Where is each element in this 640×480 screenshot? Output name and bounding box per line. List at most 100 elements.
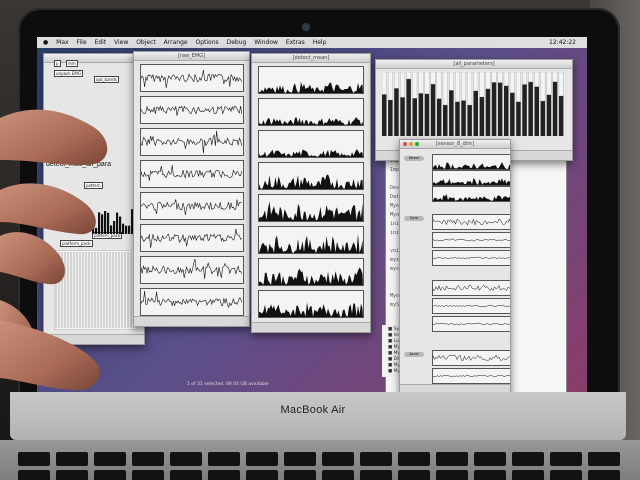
sensor-channel-plot	[432, 154, 510, 170]
laptop-chin	[10, 392, 626, 440]
mean-channel-plot	[258, 162, 364, 190]
photo-scene: ● Max File Edit View Object Arrange Opti…	[0, 0, 640, 480]
menu-item-app[interactable]: Max	[56, 39, 68, 46]
patch-object[interactable]: p	[54, 60, 61, 67]
keyboard-key	[284, 470, 316, 480]
menu-item-arrange[interactable]: Arrange	[164, 39, 188, 46]
menu-item-debug[interactable]: Debug	[227, 39, 247, 46]
mean-channel-plot	[258, 258, 364, 286]
patcher-toolbar	[44, 334, 144, 344]
patch-object[interactable]: opt_bands	[94, 76, 119, 83]
keyboard-key	[56, 452, 88, 466]
apple-menu-icon[interactable]: ●	[43, 39, 48, 46]
menu-item-options[interactable]: Options	[196, 39, 219, 46]
parameters-multislider[interactable]	[382, 72, 566, 136]
patcher-annotations: raw_EMG detect_mec_all_para	[46, 152, 111, 168]
keyboard-key	[246, 452, 278, 466]
zoom-window-icon[interactable]	[415, 142, 419, 146]
emg-channel-plot	[140, 64, 244, 92]
raw-emg-window[interactable]: [raw_EMG]	[133, 51, 250, 327]
mean-channel-plot	[258, 226, 364, 254]
sensor-channel-plot	[432, 298, 510, 314]
keyboard-key	[18, 452, 50, 466]
sensor-group-button[interactable]: Gyro	[404, 216, 424, 221]
keyboard-key	[94, 452, 126, 466]
max-patcher-window[interactable]: p mm unpack EMG opt_bands pattern patter…	[43, 53, 145, 345]
keyboard-key	[18, 470, 50, 480]
code-line: Myo	[390, 293, 400, 299]
close-window-icon[interactable]	[403, 142, 407, 146]
keyboard-key	[94, 470, 126, 480]
sensor-channel-plot	[432, 368, 510, 384]
keyboard-key	[512, 470, 544, 480]
parameters-titlebar[interactable]: [all_parameters]	[376, 60, 572, 69]
webcam-icon	[302, 23, 310, 31]
sensor-window-title: [sensor_8_dim]	[435, 141, 475, 147]
keyboard-key	[398, 470, 430, 480]
menu-bar: ● Max File Edit View Object Arrange Opti…	[37, 37, 587, 48]
raw-emg-label: raw_EMG	[46, 152, 82, 161]
keyboard-key	[588, 470, 620, 480]
keyboard-key	[208, 452, 240, 466]
sensor-channel-plot	[432, 186, 510, 202]
minimize-window-icon[interactable]	[409, 142, 413, 146]
mean-channel-plot	[258, 290, 364, 318]
detect-label: detect_mec_all_para	[46, 161, 111, 168]
keyboard-key	[474, 470, 506, 480]
patch-object[interactable]: unpack EMG	[54, 70, 83, 77]
keyboard-key	[208, 470, 240, 480]
sensor-channel-plot	[432, 316, 510, 332]
menu-item-window[interactable]: Window	[254, 39, 278, 46]
menu-item-object[interactable]: Object	[136, 39, 156, 46]
menu-item-extras[interactable]: Extras	[286, 39, 305, 46]
mean-channel-plot	[258, 66, 364, 94]
sensor-group-button[interactable]: Accel	[404, 352, 424, 357]
mean-channel-plot	[258, 194, 364, 222]
keyboard-key	[360, 452, 392, 466]
patcher-stripe-display[interactable]	[54, 250, 138, 330]
sensor-channel-plot	[432, 250, 510, 266]
patch-object[interactable]: pattern	[84, 182, 103, 189]
code-line: Myo	[390, 212, 400, 218]
emg-channel-plot	[140, 288, 244, 316]
laptop-brand-label: MacBook Air	[280, 404, 346, 416]
keyboard-key	[170, 452, 202, 466]
sensor-titlebar[interactable]: [sensor_8_dim]	[400, 140, 510, 149]
keyboard-key	[588, 452, 620, 466]
keyboard-key	[284, 452, 316, 466]
detect-mean-window[interactable]: [detect_mean]	[251, 53, 371, 333]
keyboard-key	[246, 470, 278, 480]
keyboard-key	[436, 470, 468, 480]
menu-item-help[interactable]: Help	[313, 39, 327, 46]
patch-object[interactable]: mm	[66, 60, 78, 67]
keyboard-key	[132, 452, 164, 466]
menu-item-file[interactable]: File	[77, 39, 87, 46]
emg-channel-plot	[140, 96, 244, 124]
raw-emg-toolbar	[134, 316, 249, 326]
keyboard-key	[322, 452, 354, 466]
detect-mean-toolbar	[252, 322, 370, 332]
emg-channel-plot	[140, 192, 244, 220]
keyboard-key	[132, 470, 164, 480]
menu-item-edit[interactable]: Edit	[94, 39, 106, 46]
keyboard-key	[550, 452, 582, 466]
keyboard-key	[322, 470, 354, 480]
finder-status-bar: 1 of 31 selected, 69.04 GB available	[187, 382, 269, 387]
raw-emg-titlebar[interactable]: [raw_EMG]	[134, 52, 249, 61]
keyboard-key	[170, 470, 202, 480]
sensor-group-button[interactable]: Direct	[404, 156, 424, 161]
keyboard-key	[56, 470, 88, 480]
keyboard-key	[474, 452, 506, 466]
mean-channel-plot	[258, 98, 364, 126]
sensor-channel-plot	[432, 232, 510, 248]
laptop-screen: ● Max File Edit View Object Arrange Opti…	[37, 37, 587, 393]
menubar-clock: 12:42:22	[549, 39, 576, 46]
menu-item-view[interactable]: View	[114, 39, 128, 46]
patch-object[interactable]: platform_pack	[60, 240, 93, 247]
sensor-channel-plot	[432, 170, 510, 186]
detect-mean-titlebar[interactable]: [detect_mean]	[252, 54, 370, 63]
keyboard-key	[550, 470, 582, 480]
keyboard-key	[398, 452, 430, 466]
sensor-window[interactable]: [sensor_8_dim] Direct Gyro Accel	[399, 139, 511, 393]
emg-channel-plot	[140, 160, 244, 188]
